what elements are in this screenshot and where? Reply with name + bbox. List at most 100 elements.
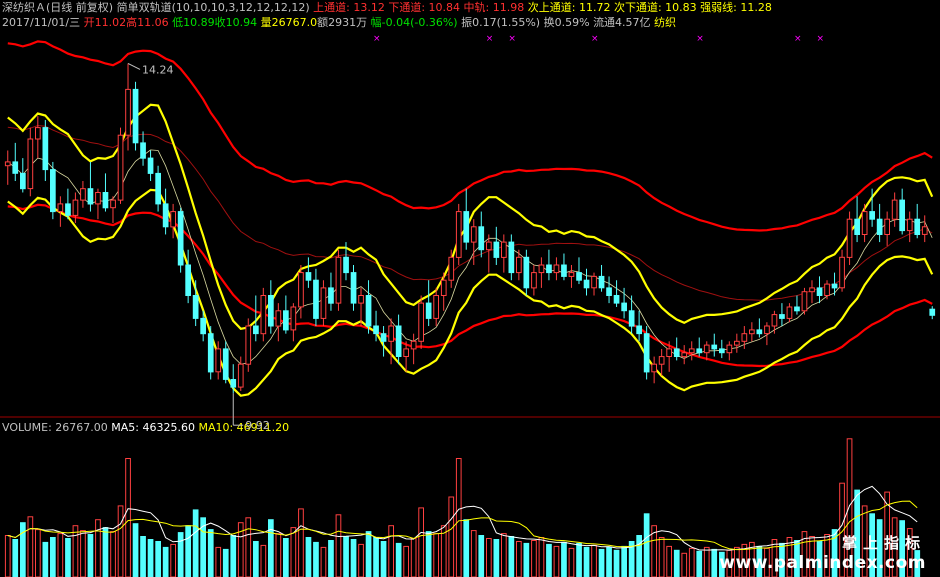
candle-body bbox=[102, 192, 109, 209]
candle-body bbox=[658, 356, 665, 365]
candle-body bbox=[786, 306, 793, 319]
low-price-label: 9.92 bbox=[245, 419, 270, 432]
signal-marker: × bbox=[794, 34, 802, 44]
candle-body bbox=[230, 379, 237, 388]
candle-body bbox=[628, 310, 635, 327]
volume-bar bbox=[365, 531, 372, 577]
volume-bar bbox=[350, 539, 357, 577]
candle-body bbox=[861, 211, 868, 236]
candle-body bbox=[253, 325, 259, 335]
volume-bar bbox=[290, 527, 297, 577]
candle-body bbox=[380, 333, 387, 342]
candle-body bbox=[222, 348, 229, 380]
volume-bar bbox=[185, 525, 192, 577]
candle-body bbox=[373, 325, 379, 335]
volume-bar bbox=[320, 546, 327, 577]
candle-body bbox=[365, 295, 372, 327]
volume-bar bbox=[703, 546, 710, 577]
candle-body bbox=[418, 302, 424, 342]
candle-body bbox=[12, 161, 19, 174]
volume-bar bbox=[147, 539, 154, 577]
volume-bar bbox=[673, 549, 680, 577]
candle-body bbox=[27, 138, 34, 190]
candle-body bbox=[741, 333, 748, 342]
candle-body bbox=[433, 295, 439, 319]
candle-body bbox=[170, 211, 177, 228]
candle-body bbox=[613, 295, 620, 304]
volume-bar bbox=[508, 536, 515, 577]
candle-body bbox=[914, 218, 921, 235]
volume-bar bbox=[696, 550, 703, 577]
candle-body bbox=[425, 302, 432, 319]
volume-bar bbox=[177, 532, 184, 577]
candle-body bbox=[651, 363, 657, 373]
candle-body bbox=[688, 348, 695, 354]
volume-bar bbox=[245, 517, 252, 577]
volume-bar bbox=[57, 533, 64, 577]
watermark-brand: 掌上指标 bbox=[841, 534, 926, 552]
volume-bar bbox=[380, 541, 387, 577]
candle-body bbox=[177, 211, 184, 266]
candle-body bbox=[794, 306, 800, 312]
candle-body bbox=[463, 211, 470, 243]
candle-body bbox=[132, 88, 139, 144]
volume-bar bbox=[583, 546, 590, 577]
candle-body bbox=[546, 264, 552, 274]
signal-marker: × bbox=[373, 34, 381, 44]
candle-body bbox=[290, 306, 297, 331]
candle-body bbox=[237, 363, 244, 388]
candle-body bbox=[162, 203, 169, 228]
candle-body bbox=[313, 279, 319, 319]
candle-body bbox=[523, 256, 530, 289]
candle-body bbox=[448, 256, 455, 281]
candle-body bbox=[42, 127, 49, 171]
candle-body bbox=[643, 333, 650, 373]
volume-bar bbox=[283, 538, 289, 577]
volume-bar bbox=[463, 519, 470, 577]
volume-bar bbox=[613, 549, 620, 577]
volume-bar bbox=[395, 542, 402, 577]
signal-marker: × bbox=[508, 34, 516, 44]
candle-body bbox=[87, 188, 94, 205]
candle-body bbox=[192, 295, 199, 319]
price-chart[interactable]: × × × × × × × 14.24 9.92 bbox=[0, 0, 940, 577]
candle-body bbox=[35, 127, 41, 140]
volume-bar bbox=[658, 537, 665, 577]
volume-bar bbox=[606, 546, 612, 577]
candle-body bbox=[598, 275, 605, 289]
candle-body bbox=[403, 348, 409, 357]
candle-body bbox=[764, 325, 770, 335]
volume-bar bbox=[328, 540, 334, 577]
candle-body bbox=[726, 344, 733, 354]
volume-bar bbox=[403, 545, 409, 577]
candle-body bbox=[125, 88, 131, 136]
candle-body bbox=[508, 241, 515, 274]
volume-bar bbox=[117, 505, 124, 577]
candle-body bbox=[906, 218, 913, 232]
volume-bar bbox=[433, 533, 439, 577]
candle-body bbox=[553, 264, 560, 274]
volume-bar bbox=[35, 529, 41, 577]
volume-bar bbox=[268, 519, 274, 577]
volume-bar bbox=[313, 541, 319, 577]
candle-body bbox=[80, 188, 86, 201]
candle-body bbox=[283, 310, 289, 331]
volume-bar bbox=[275, 533, 282, 577]
candle-body bbox=[824, 283, 830, 297]
candle-body bbox=[869, 211, 875, 220]
candle-body bbox=[516, 256, 522, 274]
volume-bar bbox=[305, 537, 312, 577]
volume-bar bbox=[455, 458, 462, 577]
candle-body bbox=[440, 279, 447, 297]
strength-line bbox=[7, 149, 933, 365]
signal-marker: × bbox=[817, 34, 825, 44]
candle-body bbox=[117, 134, 124, 201]
candle-body bbox=[245, 325, 252, 365]
volume-bar bbox=[470, 530, 477, 577]
candle-body bbox=[478, 226, 485, 251]
candle-body bbox=[275, 310, 282, 327]
candle-body bbox=[876, 218, 883, 235]
candle-body bbox=[576, 272, 582, 281]
candle-body bbox=[140, 142, 146, 159]
candle-body bbox=[110, 199, 116, 209]
